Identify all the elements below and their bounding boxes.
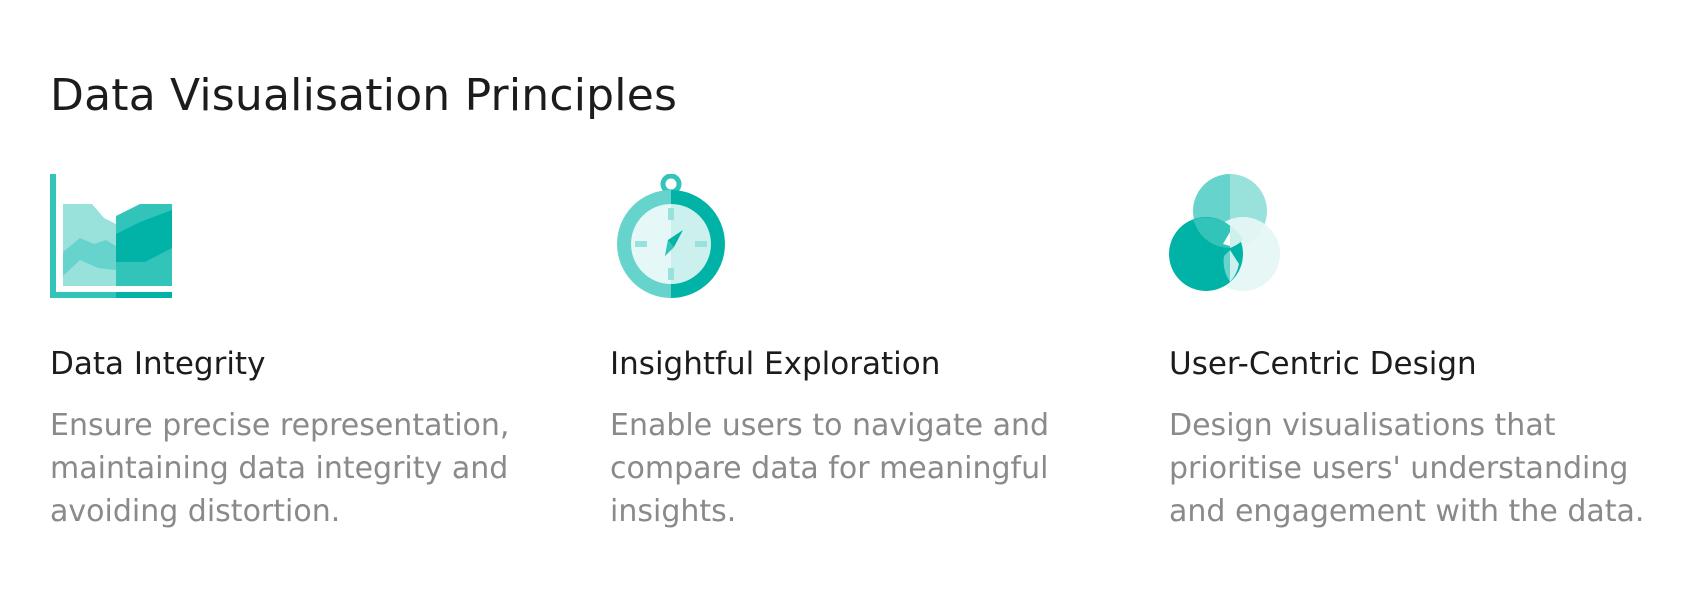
principle-card-data-integrity: Data Integrity Ensure precise representa… xyxy=(50,174,570,529)
principle-description: Ensure precise representation, maintaini… xyxy=(50,408,510,529)
principle-description: Design visualisations that prioritise us… xyxy=(1169,408,1645,529)
area-chart-icon xyxy=(50,174,172,298)
principle-card-insightful-exploration: Insightful Exploration Enable users to n… xyxy=(610,174,1130,529)
principle-description: Enable users to navigate and compare dat… xyxy=(610,408,1050,529)
venn-circles-icon xyxy=(1169,174,1280,291)
compass-icon xyxy=(617,174,725,298)
page-title: Data Visualisation Principles xyxy=(50,70,678,121)
principle-heading: Insightful Exploration xyxy=(610,346,941,382)
principle-heading: Data Integrity xyxy=(50,346,266,382)
principle-heading: User-Centric Design xyxy=(1169,346,1477,382)
principle-card-user-centric-design: User-Centric Design Design visualisation… xyxy=(1169,174,1689,529)
